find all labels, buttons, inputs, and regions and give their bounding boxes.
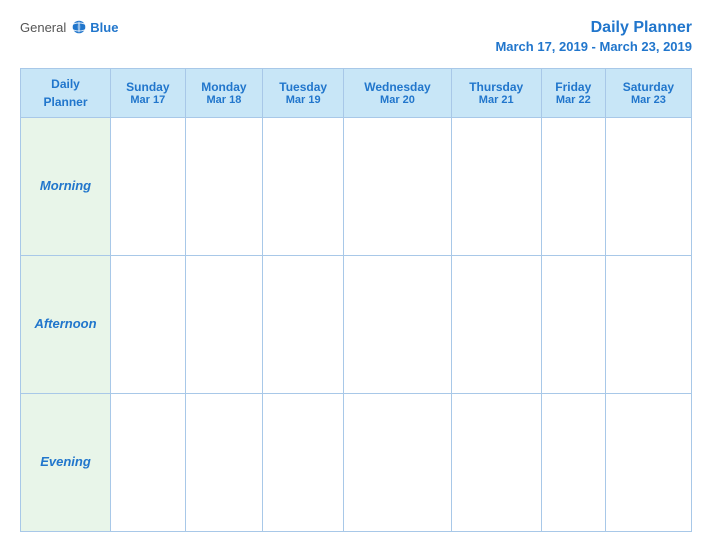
day-header-monday: Monday Mar 18 — [185, 68, 263, 117]
logo-general-text: General — [20, 20, 66, 35]
evening-saturday[interactable] — [605, 393, 691, 531]
afternoon-sunday[interactable] — [111, 255, 186, 393]
evening-label: Evening — [21, 393, 111, 531]
morning-tuesday[interactable] — [263, 117, 344, 255]
date-range: March 17, 2019 - March 23, 2019 — [495, 39, 692, 54]
morning-thursday[interactable] — [451, 117, 541, 255]
label-header: DailyPlanner — [21, 68, 111, 117]
afternoon-wednesday[interactable] — [344, 255, 452, 393]
morning-sunday[interactable] — [111, 117, 186, 255]
morning-label: Morning — [21, 117, 111, 255]
header: General Blue Daily Planner March 17, 201… — [20, 18, 692, 54]
evening-monday[interactable] — [185, 393, 263, 531]
morning-friday[interactable] — [541, 117, 605, 255]
day-header-tuesday: Tuesday Mar 19 — [263, 68, 344, 117]
page: General Blue Daily Planner March 17, 201… — [0, 0, 712, 550]
afternoon-friday[interactable] — [541, 255, 605, 393]
afternoon-label: Afternoon — [21, 255, 111, 393]
evening-wednesday[interactable] — [344, 393, 452, 531]
day-header-sunday: Sunday Mar 17 — [111, 68, 186, 117]
morning-wednesday[interactable] — [344, 117, 452, 255]
day-header-wednesday: Wednesday Mar 20 — [344, 68, 452, 117]
logo: General Blue — [20, 18, 118, 36]
calendar-table: DailyPlanner Sunday Mar 17 Monday Mar 18… — [20, 68, 692, 532]
evening-friday[interactable] — [541, 393, 605, 531]
afternoon-saturday[interactable] — [605, 255, 691, 393]
afternoon-thursday[interactable] — [451, 255, 541, 393]
page-title: Daily Planner — [495, 18, 692, 39]
afternoon-monday[interactable] — [185, 255, 263, 393]
evening-tuesday[interactable] — [263, 393, 344, 531]
day-header-friday: Friday Mar 22 — [541, 68, 605, 117]
evening-row: Evening — [21, 393, 692, 531]
evening-thursday[interactable] — [451, 393, 541, 531]
morning-saturday[interactable] — [605, 117, 691, 255]
morning-monday[interactable] — [185, 117, 263, 255]
logo-blue-text: Blue — [90, 20, 118, 35]
afternoon-tuesday[interactable] — [263, 255, 344, 393]
logo-area: General Blue — [20, 18, 118, 36]
morning-row: Morning — [21, 117, 692, 255]
day-header-thursday: Thursday Mar 21 — [451, 68, 541, 117]
title-area: Daily Planner March 17, 2019 - March 23,… — [495, 18, 692, 54]
globe-icon — [70, 18, 88, 36]
day-header-saturday: Saturday Mar 23 — [605, 68, 691, 117]
header-row: DailyPlanner Sunday Mar 17 Monday Mar 18… — [21, 68, 692, 117]
evening-sunday[interactable] — [111, 393, 186, 531]
afternoon-row: Afternoon — [21, 255, 692, 393]
